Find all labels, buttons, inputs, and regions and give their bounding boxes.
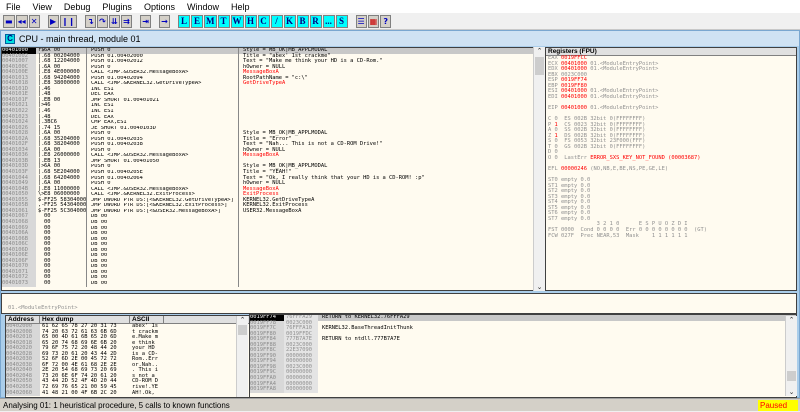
scroll-thumb[interactable] bbox=[535, 57, 544, 75]
scroll-thumb[interactable] bbox=[238, 325, 247, 335]
dump-ascii: AH!.Ok, bbox=[132, 389, 158, 396]
register-text: 00401000 bbox=[560, 104, 587, 111]
window-button-10[interactable]: B bbox=[296, 14, 309, 28]
window-button-1[interactable]: L bbox=[178, 14, 190, 28]
menu-view[interactable]: View bbox=[27, 0, 58, 13]
trace-into-icon[interactable]: ⇊ bbox=[109, 14, 120, 28]
registers-title: Registers (FPU) bbox=[548, 48, 597, 55]
stack-comment: RETURN to ntdll.777B7A7E bbox=[322, 336, 400, 343]
menu-options[interactable]: Options bbox=[138, 0, 181, 13]
register-text: EFL bbox=[548, 165, 561, 172]
step-over-icon[interactable]: ↷ bbox=[97, 14, 108, 28]
register-text: 00000246 bbox=[560, 165, 587, 172]
registers-pane[interactable]: Registers (FPU) EAX 0019FFCC ECX 00401000… bbox=[545, 47, 797, 291]
register-text: 01.<ModuleEntryPoint> bbox=[586, 93, 659, 100]
close-icon[interactable]: ✕ bbox=[28, 14, 40, 28]
window-button-13[interactable]: S bbox=[335, 14, 348, 28]
scroll-up-icon[interactable]: ⌃ bbox=[237, 316, 248, 324]
colors-icon[interactable]: ▦ bbox=[367, 14, 380, 28]
window-button-2[interactable]: E bbox=[191, 14, 203, 28]
menu-file[interactable]: File bbox=[0, 0, 27, 13]
register-text: 00401000 bbox=[560, 93, 587, 100]
dump-header-hex[interactable]: Hex dump bbox=[40, 316, 130, 323]
window-button-12[interactable]: ... bbox=[322, 14, 335, 28]
toolbar: ▬ ◂◂ ✕ ▶ ❙❙ ↴ ↷ ⇊ ⇉ ⇥ → L E M T W H C / K B R... S ☰ ▦? bbox=[0, 13, 800, 30]
dump-header-address[interactable]: Address bbox=[6, 316, 40, 323]
register-text: FCW 027F Prec NEAR,53 Mask 1 1 1 1 1 1 bbox=[548, 232, 688, 239]
debug-state-badge: Paused bbox=[758, 400, 798, 411]
jump-marker bbox=[36, 281, 44, 287]
window-button-7[interactable]: C bbox=[257, 14, 270, 28]
stack-address: 0019FFA8 bbox=[250, 387, 284, 393]
dump-address: 00402060 bbox=[6, 390, 40, 397]
scroll-down-icon[interactable]: ⌄ bbox=[786, 388, 797, 396]
disassembly-row[interactable]: 00401073 00 DB 00 bbox=[2, 279, 533, 287]
window-button-3[interactable]: M bbox=[204, 14, 217, 28]
restart-icon[interactable]: ◂◂ bbox=[15, 14, 28, 28]
dump-row[interactable]: 00402060 41 48 21 00 4F 6B 2C 20 AH!.Ok, bbox=[6, 389, 249, 397]
register-text: (NO,NB,E,BE,NS,PE,GE,LE) bbox=[586, 165, 669, 172]
disassembly-scrollbar[interactable]: ⌃ ⌄ bbox=[533, 47, 545, 291]
scroll-up-icon[interactable]: ⌃ bbox=[534, 47, 545, 55]
address: 00401073 bbox=[2, 280, 36, 287]
menu-help[interactable]: Help bbox=[225, 0, 256, 13]
menu-window[interactable]: Window bbox=[181, 0, 225, 13]
register-text: EIP bbox=[548, 104, 561, 111]
register-text: EDI bbox=[548, 93, 561, 100]
goto-icon[interactable]: → bbox=[159, 14, 170, 28]
stack-row[interactable]: 0019FFA8 00000000 bbox=[250, 387, 796, 393]
scroll-up-icon[interactable]: ⌃ bbox=[786, 316, 797, 324]
step-into-icon[interactable]: ↴ bbox=[85, 14, 96, 28]
window-button-9[interactable]: K bbox=[283, 14, 296, 28]
open-icon[interactable]: ▬ bbox=[3, 14, 15, 28]
pause-icon[interactable]: ❙❙ bbox=[59, 14, 77, 28]
stack-pane[interactable]: 0019FF74 76FFFA29 RETURN to KERNEL32.76FFF… bbox=[249, 314, 797, 398]
dump-pane[interactable]: Address Hex dump ASCII 00402000 61 62 65 … bbox=[5, 315, 250, 398]
register-line[interactable]: FCW 027F Prec NEAR,53 Mask 1 1 1 1 1 1 bbox=[548, 232, 796, 240]
hex-bytes: 00 bbox=[44, 279, 51, 286]
help-icon[interactable]: ? bbox=[380, 14, 392, 28]
dump-scrollbar[interactable]: ⌃ bbox=[236, 316, 248, 397]
scroll-thumb[interactable] bbox=[787, 371, 796, 381]
stack-comment bbox=[318, 387, 322, 393]
window-button-8[interactable]: / bbox=[270, 14, 283, 28]
window-button-5[interactable]: W bbox=[230, 14, 244, 28]
status-bar: Analysing 01: 1 heuristical procedure, 5… bbox=[0, 398, 800, 411]
stack-comment: KERNEL32.BaseThreadInitThunk bbox=[322, 325, 413, 332]
menu-debug[interactable]: Debug bbox=[58, 0, 97, 13]
execute-till-return-icon[interactable]: ⇥ bbox=[140, 14, 151, 28]
menu-plugins[interactable]: Plugins bbox=[96, 0, 138, 13]
instruction: DB 00 bbox=[86, 280, 238, 287]
register-text: 01.<ModuleEntryPoint> bbox=[586, 66, 659, 73]
scroll-down-icon[interactable]: ⌄ bbox=[534, 283, 545, 291]
register-text: ERROR_SXS_KEY_NOT_FOUND (00003687) bbox=[590, 154, 701, 161]
list-icon[interactable]: ☰ bbox=[355, 14, 367, 28]
stack-scrollbar[interactable]: ⌃ ⌄ bbox=[785, 316, 797, 396]
cpu-window-icon: C bbox=[5, 33, 15, 44]
dump-hex: 41 48 21 00 4F 6B 2C 20 bbox=[42, 389, 117, 396]
dump-header-ascii[interactable]: ASCII bbox=[130, 316, 164, 323]
register-text: 01.<ModuleEntryPoint> bbox=[586, 104, 659, 111]
menu-bar: File View Debug Plugins Options Window Help bbox=[0, 0, 800, 13]
window-button-4[interactable]: T bbox=[217, 14, 230, 28]
disassembly-pane[interactable]: 00401000 r$ 6A 00 PUSH 0 Style = MB_OK|MB_AP… bbox=[1, 47, 534, 291]
cpu-window-titlebar: C CPU - main thread, module 01 bbox=[1, 31, 799, 46]
window-button-6[interactable]: H bbox=[244, 14, 257, 28]
window-button-11[interactable]: R bbox=[309, 14, 322, 28]
window-title: CPU - main thread, module 01 bbox=[19, 33, 141, 44]
status-text: Analysing 01: 1 heuristical procedure, 5… bbox=[3, 401, 230, 410]
run-icon[interactable]: ▶ bbox=[47, 14, 59, 28]
trace-over-icon[interactable]: ⇉ bbox=[121, 14, 132, 28]
register-text: O 0 LastErr bbox=[548, 154, 591, 161]
info-pane: 01.<ModuleEntryPoint> bbox=[1, 293, 797, 314]
comment bbox=[238, 280, 533, 287]
stack-value: 00000000 bbox=[284, 387, 318, 393]
register-text: T 0 GS 002B 32bit 0(FFFFFFFF) bbox=[548, 143, 646, 150]
stack-comment: RETURN to KERNEL32.76FFFA29 bbox=[322, 314, 410, 320]
info-text: 01.<ModuleEntryPoint> bbox=[8, 305, 78, 311]
